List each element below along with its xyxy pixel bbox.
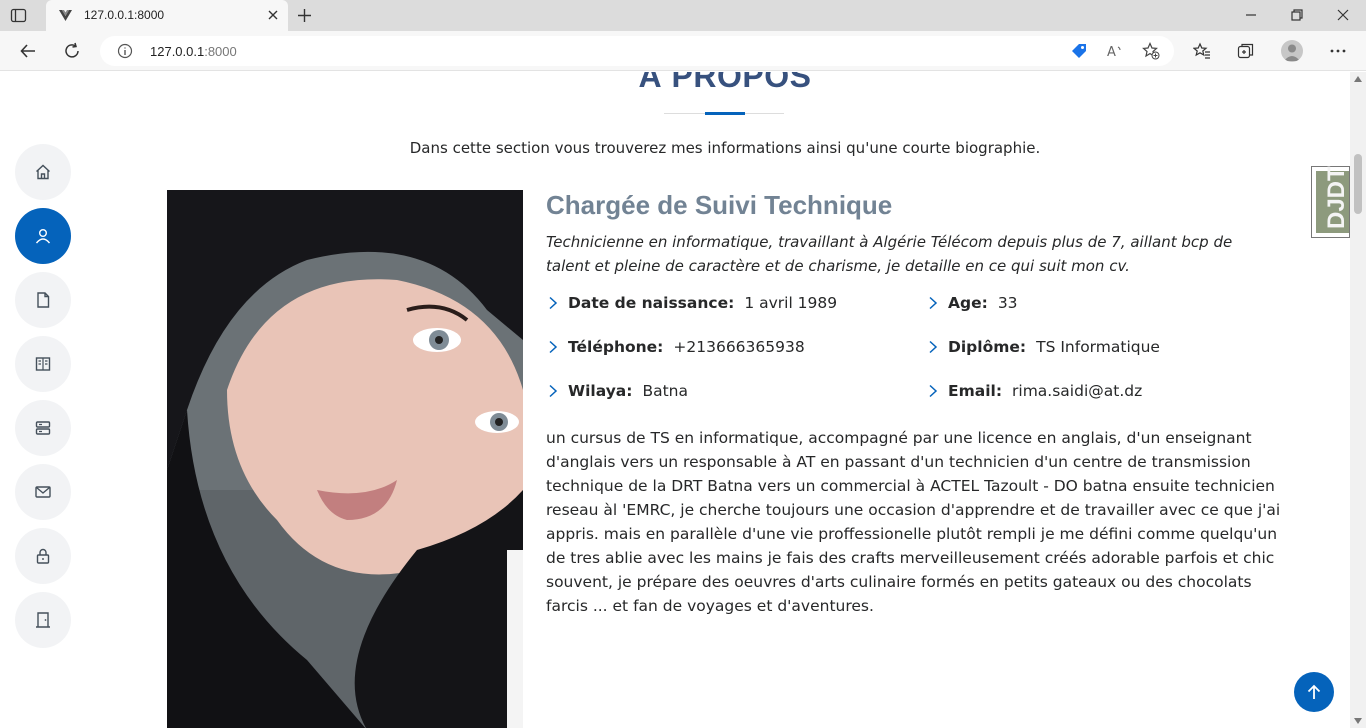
info-phone: Téléphone: +213666365938 [546,338,805,356]
info-value: rima.saidi@at.dz [1012,382,1143,400]
info-email: Email: rima.saidi@at.dz [926,382,1142,400]
url-text: 127.0.0.1:8000 [150,44,237,59]
info-icon[interactable] [117,43,133,59]
file-icon [37,292,50,308]
chevron-right-icon [929,384,938,398]
debug-toolbar-label: DJDT [1323,166,1350,229]
home-icon [36,164,50,180]
back-arrow-icon[interactable] [19,42,37,60]
info-value: 1 avril 1989 [744,294,838,312]
door-icon [36,612,50,628]
lock-icon [36,548,50,564]
intro-text: Technicienne en informatique, travaillan… [546,233,1233,275]
chevron-right-icon [929,296,938,310]
info-label: Age: [948,294,988,312]
scrollbar-thumb[interactable] [1354,154,1362,214]
chevron-right-icon [549,340,558,354]
nav-services-button[interactable] [15,400,71,456]
nav-resume-button[interactable] [15,272,71,328]
tab-title: 127.0.0.1:8000 [84,8,165,22]
info-label: Diplôme: [948,338,1027,356]
scroll-down-arrow-icon[interactable] [1354,718,1362,724]
back-to-top-button[interactable] [1294,672,1334,712]
arrow-up-icon [1307,684,1321,699]
restore-icon[interactable] [1290,8,1304,22]
nav-home-button[interactable] [15,144,71,200]
biography-text: un cursus de TS en informatique, accompa… [546,429,1281,615]
title-accent [705,112,745,115]
chevron-right-icon [549,296,558,310]
envelope-icon [35,486,51,498]
browser-tab-bar: 127.0.0.1:8000 [0,0,1366,31]
page-viewport: À PROPOS Dans cette section vous trouver… [0,72,1350,728]
info-label: Téléphone: [568,338,664,356]
info-label: Date de naissance: [568,294,735,312]
info-birth-date: Date de naissance: 1 avril 1989 [546,294,837,312]
browser-tab[interactable]: 127.0.0.1:8000 [46,0,288,31]
close-tab-icon[interactable] [266,8,280,22]
chevron-right-icon [549,384,558,398]
section-description: Dans cette section vous trouverez mes in… [409,139,1041,157]
info-label: Email: [948,382,1003,400]
vue-logo-icon [59,10,72,21]
address-toolbar: 127.0.0.1:8000 A [0,31,1366,71]
scroll-up-arrow-icon[interactable] [1354,76,1362,82]
minimize-icon[interactable] [1244,8,1258,22]
profile-photo [167,190,523,728]
profile-avatar[interactable] [1281,40,1303,62]
job-title: Chargée de Suivi Technique [546,190,893,220]
read-aloud-icon[interactable]: A [1106,42,1124,60]
debug-toolbar-logo: DJDT [1316,166,1350,233]
info-value: TS Informatique [1036,338,1160,356]
nav-portfolio-button[interactable] [15,336,71,392]
nav-logout-button[interactable] [15,592,71,648]
info-label: Wilaya: [568,382,633,400]
page-scrollbar[interactable] [1350,72,1366,728]
close-window-icon[interactable] [1336,8,1350,22]
info-wilaya: Wilaya: Batna [546,382,688,400]
new-tab-icon[interactable] [296,7,313,24]
book-icon [35,357,51,371]
collections-icon[interactable] [1237,42,1255,60]
tab-actions-icon[interactable] [10,7,27,24]
info-value: Batna [642,382,688,400]
add-favorite-icon[interactable] [1142,42,1160,60]
reload-icon[interactable] [63,42,81,60]
more-options-icon[interactable] [1329,42,1347,60]
info-diploma: Diplôme: TS Informatique [926,338,1160,356]
svg-text:A: A [1107,45,1116,60]
person-icon [1284,44,1300,61]
nav-lock-button[interactable] [15,528,71,584]
info-value: +213666365938 [673,338,805,356]
user-icon [35,229,51,244]
tag-icon[interactable] [1070,42,1088,60]
chevron-right-icon [929,340,938,354]
url-field[interactable]: 127.0.0.1:8000 A [100,36,1174,66]
nav-about-button[interactable] [15,208,71,264]
info-age: Age: 33 [926,294,1018,312]
favorites-icon[interactable] [1193,42,1211,60]
info-value: 33 [997,294,1018,312]
nav-contact-button[interactable] [15,464,71,520]
debug-toolbar-handle[interactable]: DJDT [1311,166,1350,238]
server-icon [35,421,51,435]
section-title: À PROPOS [638,72,812,94]
